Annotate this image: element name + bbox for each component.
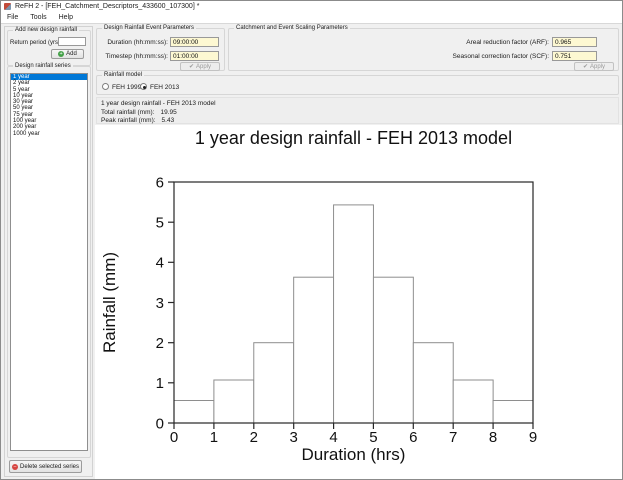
app-icon (4, 3, 11, 10)
series-groupbox: Design rainfall series 1 year 2 year 5 y… (7, 66, 91, 458)
add-button[interactable]: + Add (51, 49, 84, 59)
arf-label: Areal reduction factor (ARF): (229, 39, 549, 46)
peak-rainfall-label: Peak rainfall (mm): (101, 117, 156, 124)
radio-feh-1999-label[interactable]: FEH 1999 (112, 84, 141, 91)
duration-input[interactable] (170, 37, 219, 47)
svg-text:5: 5 (156, 214, 164, 231)
svg-text:2: 2 (156, 335, 164, 352)
svg-text:8: 8 (489, 429, 497, 446)
radio-feh-2013-label[interactable]: FEH 2013 (150, 84, 179, 91)
svg-text:3: 3 (290, 429, 298, 446)
timestep-label: Timestep (hh:mm:ss): (97, 53, 168, 60)
title-bar: ReFH 2 - [FEH_Catchment_Descriptors_4336… (1, 1, 622, 12)
check-icon: ✔ (189, 64, 194, 70)
summary-panel: 1 year design rainfall - FEH 2013 model … (96, 97, 619, 124)
svg-text:5: 5 (369, 429, 377, 446)
total-rainfall-label: Total rainfall (mm): (101, 109, 154, 116)
svg-text:1: 1 (210, 429, 218, 446)
series-groupbox-title: Design rainfall series (13, 63, 73, 70)
chart-panel: 0 1 2 3 4 5 6 0 1 2 3 4 5 6 7 8 9 1 year design rainfall … (95, 125, 622, 480)
svg-text:4: 4 (156, 255, 164, 272)
menu-bar: File Tools Help (1, 12, 622, 24)
rainfall-chart: 0 1 2 3 4 5 6 0 1 2 3 4 5 6 7 8 9 1 year design rainfall … (95, 125, 622, 480)
event-params-groupbox-title: Design Rainfall Event Parameters (102, 25, 196, 32)
duration-label: Duration (hh:mm:ss): (97, 39, 168, 46)
plus-icon: + (58, 51, 64, 57)
delete-series-button[interactable]: − Delete selected series (9, 460, 82, 473)
total-rainfall-row: Total rainfall (mm): 19.95 (101, 109, 177, 116)
list-item[interactable]: 1000 year (11, 131, 87, 137)
arf-input[interactable] (552, 37, 597, 47)
menu-item-help[interactable]: Help (53, 12, 79, 24)
series-listbox[interactable]: 1 year 2 year 5 year 10 year 30 year 50 … (10, 73, 88, 451)
apply-scaling-params-button[interactable]: ✔ Apply (574, 62, 614, 71)
svg-text:3: 3 (156, 295, 164, 312)
svg-text:6: 6 (156, 174, 164, 191)
svg-text:0: 0 (170, 429, 178, 446)
total-rainfall-value: 19.95 (160, 109, 176, 116)
svg-text:1 year design rainfall - FEH 2: 1 year design rainfall - FEH 2013 model (195, 128, 512, 148)
svg-text:1: 1 (156, 375, 164, 392)
check-icon: ✔ (583, 64, 588, 70)
app-window: ReFH 2 - [FEH_Catchment_Descriptors_4336… (0, 0, 623, 480)
radio-feh-2013[interactable] (140, 83, 147, 90)
scaling-params-groupbox: Catchment and Event Scaling Parameters A… (228, 28, 619, 71)
return-period-label: Return period (yrs): (10, 40, 62, 46)
svg-text:0: 0 (156, 415, 164, 432)
scf-input[interactable] (552, 51, 597, 61)
minus-icon: − (12, 464, 18, 470)
svg-text:Duration (hrs): Duration (hrs) (302, 445, 406, 464)
apply-button-label: Apply (590, 64, 605, 70)
add-rainfall-groupbox: Add new design rainfall Return period (y… (7, 30, 91, 66)
scf-label: Seasonal correction factor (SCF): (229, 53, 549, 60)
add-button-label: Add (66, 51, 77, 57)
svg-text:7: 7 (449, 429, 457, 446)
svg-text:2: 2 (250, 429, 258, 446)
menu-item-file[interactable]: File (1, 12, 24, 24)
add-rainfall-groupbox-title: Add new design rainfall (13, 27, 79, 34)
delete-series-button-label: Delete selected series (20, 464, 79, 470)
svg-text:6: 6 (409, 429, 417, 446)
radio-feh-1999[interactable] (102, 83, 109, 90)
window-title: ReFH 2 - [FEH_Catchment_Descriptors_4336… (15, 3, 199, 10)
rainfall-model-groupbox-title: Rainfall model (102, 72, 144, 79)
event-params-groupbox: Design Rainfall Event Parameters Duratio… (96, 28, 225, 71)
svg-text:9: 9 (529, 429, 537, 446)
scaling-params-groupbox-title: Catchment and Event Scaling Parameters (234, 25, 350, 32)
timestep-input[interactable] (170, 51, 219, 61)
svg-text:4: 4 (329, 429, 337, 446)
summary-heading: 1 year design rainfall - FEH 2013 model (101, 100, 216, 107)
return-period-input[interactable] (58, 37, 86, 46)
sidebar-panel: Add new design rainfall Return period (y… (4, 26, 93, 477)
apply-button-label: Apply (196, 64, 211, 70)
peak-rainfall-value: 5.43 (162, 117, 175, 124)
rainfall-model-groupbox: Rainfall model FEH 1999 FEH 2013 (96, 75, 619, 95)
peak-rainfall-row: Peak rainfall (mm): 5.43 (101, 117, 174, 124)
menu-item-tools[interactable]: Tools (24, 12, 52, 24)
svg-text:Rainfall (mm): Rainfall (mm) (100, 252, 119, 353)
apply-event-params-button[interactable]: ✔ Apply (180, 62, 220, 71)
